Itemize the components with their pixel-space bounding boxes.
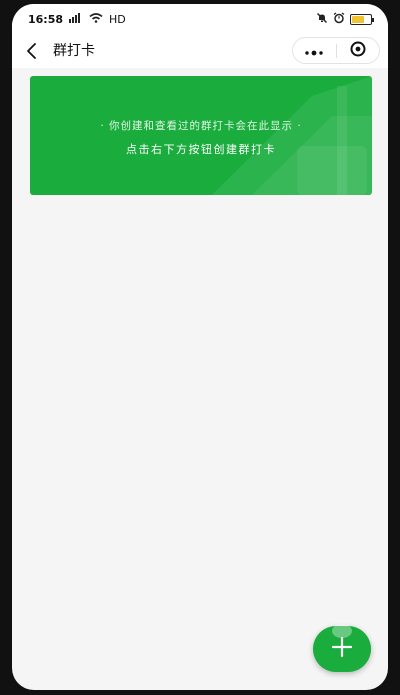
clipboard-watermark-icon [212,76,372,195]
more-dots-icon [304,41,324,60]
chevron-left-icon[interactable] [24,41,40,61]
more-button[interactable] [293,38,336,63]
battery-icon [350,13,374,25]
empty-state-hint: 点击右下方按钮创建群打卡 [126,143,276,156]
wifi-icon [89,12,103,26]
plus-icon [331,636,353,662]
create-checkin-button[interactable] [313,624,371,672]
battery-fill [352,15,364,23]
alarm-icon [333,11,345,27]
network-type: HD [109,12,126,26]
status-time: 16:58 [28,12,64,26]
nav-bar: 群打卡 [12,34,388,68]
mute-bell-icon [316,12,328,27]
empty-state-banner: · 你创建和查看过的群打卡会在此显示 · 点击右下方按钮创建群打卡 [30,76,372,195]
status-bar: 16:58 HD [12,4,388,34]
status-right [316,11,374,27]
mini-program-capsule [292,37,380,64]
empty-state-description: · 你创建和查看过的群打卡会在此显示 · [100,120,302,132]
page-title: 群打卡 [53,43,95,59]
status-left: 16:58 HD [28,12,126,26]
target-circle-icon [349,40,367,62]
close-button[interactable] [337,38,380,63]
signal-icon [69,12,83,26]
app-screen: 16:58 HD 群打卡 · 你创建和查看过的群打卡会在此显示 · 点击右下方按… [12,4,388,690]
fab-highlight [332,624,352,638]
